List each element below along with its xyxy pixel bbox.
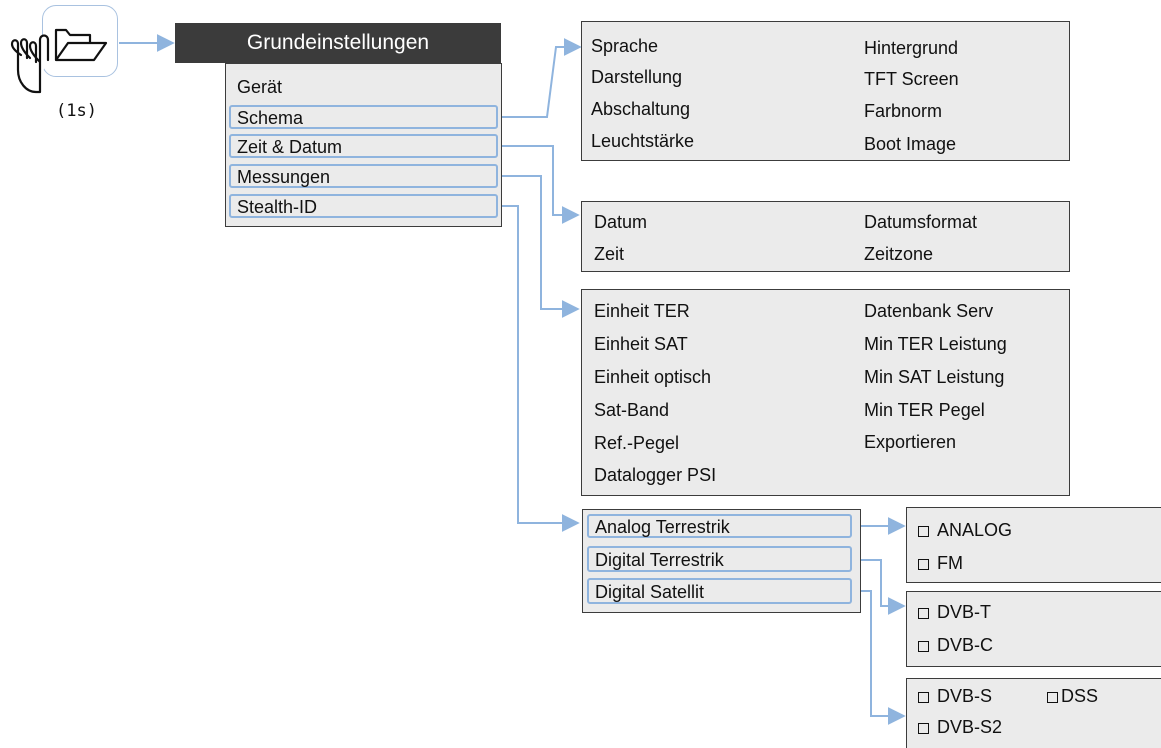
- option-hintergrund[interactable]: Hintergrund: [864, 37, 958, 59]
- option-farbnorm[interactable]: Farbnorm: [864, 100, 942, 122]
- checkbox-label: FM: [937, 553, 963, 573]
- menu-item-label: Stealth-ID: [237, 197, 318, 217]
- arrow-schema-to-panel: [498, 38, 582, 118]
- option-exportieren[interactable]: Exportieren: [864, 431, 956, 453]
- checkbox-icon: [918, 526, 929, 537]
- option-datalogger-psi[interactable]: Datalogger PSI: [594, 464, 716, 486]
- checkbox-dvb-c[interactable]: DVB-C: [918, 634, 993, 656]
- menu-item-digital-satellit[interactable]: Digital Satellit: [587, 578, 852, 604]
- duration-label: (1s): [56, 101, 97, 121]
- option-datum[interactable]: Datum: [594, 211, 647, 233]
- menu-item-label: Digital Satellit: [595, 582, 705, 602]
- menu-item-zeit-datum[interactable]: Zeit & Datum: [229, 134, 498, 158]
- checkbox-label: DSS: [1061, 686, 1099, 706]
- checkbox-label: DVB-T: [937, 602, 991, 622]
- menu-item-label: Digital Terrestrik: [595, 550, 724, 570]
- checkbox-icon: [918, 559, 929, 570]
- menu-item-stealth-id[interactable]: Stealth-ID: [229, 194, 498, 218]
- checkbox-icon: [918, 641, 929, 652]
- menu-item-label: Messungen: [237, 167, 331, 187]
- menu-item-geraet[interactable]: Gerät: [237, 76, 282, 98]
- checkbox-icon: [1047, 692, 1058, 703]
- menu-item-messungen[interactable]: Messungen: [229, 164, 498, 188]
- option-ref-pegel[interactable]: Ref.-Pegel: [594, 432, 679, 454]
- option-boot-image[interactable]: Boot Image: [864, 133, 956, 155]
- option-zeit[interactable]: Zeit: [594, 243, 624, 265]
- option-abschaltung[interactable]: Abschaltung: [591, 98, 690, 120]
- option-datumsformat[interactable]: Datumsformat: [864, 211, 977, 233]
- arrow-messungen-to-panel: [498, 175, 580, 318]
- option-sprache[interactable]: Sprache: [591, 35, 658, 57]
- checkbox-dvb-s[interactable]: DVB-S: [918, 685, 992, 707]
- checkbox-icon: [918, 608, 929, 619]
- checkbox-label: DVB-S2: [937, 717, 1003, 737]
- checkbox-analog[interactable]: ANALOG: [918, 519, 1012, 541]
- menu-item-label: Schema: [237, 108, 304, 128]
- menu-item-schema[interactable]: Schema: [229, 105, 498, 129]
- option-min-ter-pegel[interactable]: Min TER Pegel: [864, 399, 985, 421]
- hand-pointer-icon: [10, 34, 50, 94]
- checkbox-fm[interactable]: FM: [918, 552, 963, 574]
- menu-item-digital-terrestrik[interactable]: Digital Terrestrik: [587, 546, 852, 572]
- arrow-stealth-to-menu: [498, 205, 580, 532]
- option-datenbank-serv[interactable]: Datenbank Serv: [864, 300, 993, 322]
- option-einheit-ter[interactable]: Einheit TER: [594, 300, 690, 322]
- checkbox-icon: [918, 692, 929, 703]
- menu-item-label: Zeit & Datum: [237, 137, 343, 157]
- option-min-sat-leistung[interactable]: Min SAT Leistung: [864, 366, 1004, 388]
- checkbox-label: DVB-S: [937, 686, 993, 706]
- checkbox-dvb-s2[interactable]: DVB-S2: [918, 716, 1002, 738]
- option-sat-band[interactable]: Sat-Band: [594, 399, 669, 421]
- arrow-zeit-to-panel: [498, 145, 580, 224]
- datetime-panel: [581, 201, 1070, 272]
- menu-item-analog-terrestrik[interactable]: Analog Terrestrik: [587, 514, 852, 538]
- main-menu-title: Grundeinstellungen: [175, 23, 501, 63]
- option-min-ter-leistung[interactable]: Min TER Leistung: [864, 333, 1007, 355]
- option-tft-screen[interactable]: TFT Screen: [864, 68, 959, 90]
- checkbox-label: DVB-C: [937, 635, 994, 655]
- option-darstellung[interactable]: Darstellung: [591, 66, 682, 88]
- checkbox-dvb-t[interactable]: DVB-T: [918, 601, 991, 623]
- checkbox-label: ANALOG: [937, 520, 1013, 540]
- menu-item-label: Analog Terrestrik: [595, 517, 730, 537]
- option-zeitzone[interactable]: Zeitzone: [864, 243, 933, 265]
- option-leuchtstaerke[interactable]: Leuchtstärke: [591, 130, 694, 152]
- checkbox-icon: [918, 723, 929, 734]
- option-einheit-optisch[interactable]: Einheit optisch: [594, 366, 711, 388]
- checkbox-dss[interactable]: DSS: [1047, 685, 1098, 707]
- option-einheit-sat[interactable]: Einheit SAT: [594, 333, 688, 355]
